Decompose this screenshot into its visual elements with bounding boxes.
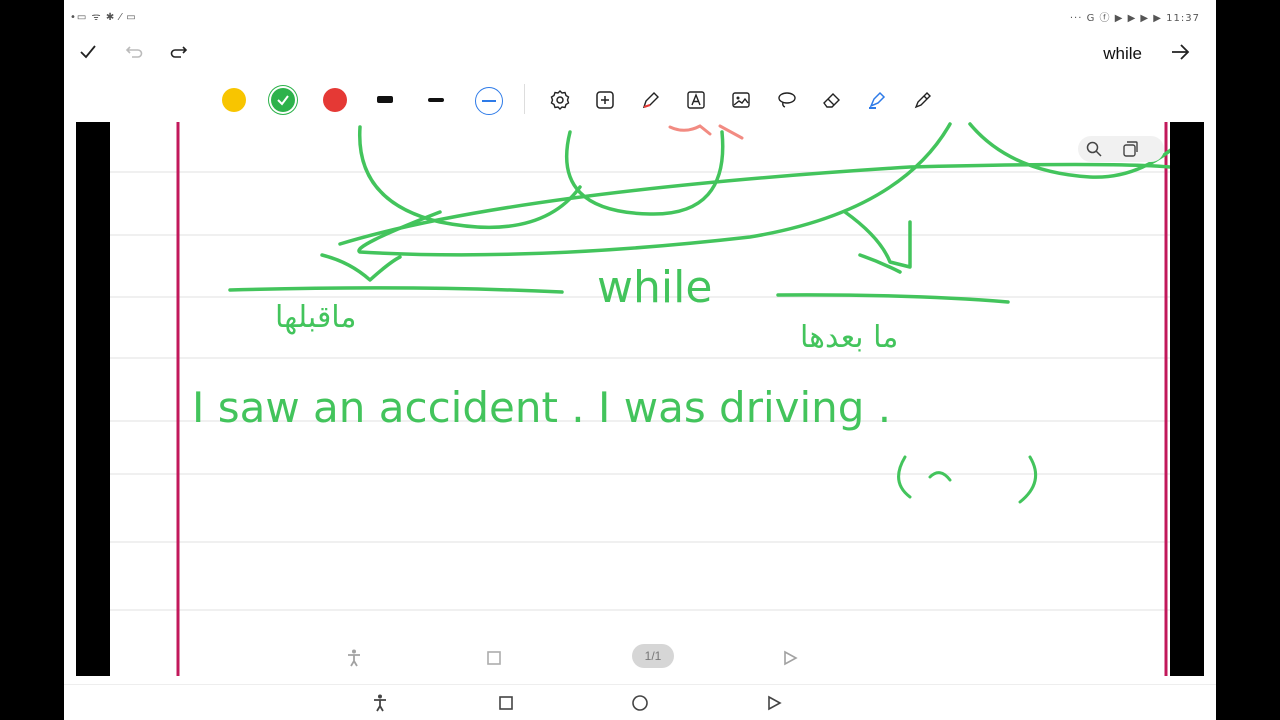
text-icon[interactable] (684, 88, 708, 112)
color-green[interactable] (271, 88, 295, 112)
word-while: while (597, 262, 712, 313)
marker-icon[interactable] (911, 88, 935, 112)
page-indicator[interactable]: 1/1 (632, 644, 674, 668)
handwriting-layer: while ماقبلها ما بعدها I saw an accident… (110, 122, 1202, 676)
note-page[interactable]: while ماقبلها ما بعدها I saw an accident… (110, 122, 1202, 676)
square-icon[interactable] (484, 648, 504, 668)
word-before: ماقبلها (275, 300, 357, 335)
page-navigation: 1/1 (76, 642, 1204, 672)
image-icon[interactable] (729, 88, 753, 112)
word-after: ما بعدها (800, 320, 898, 355)
stroke-thick[interactable] (377, 96, 393, 103)
eraser-icon[interactable] (820, 88, 844, 112)
play-icon[interactable] (780, 648, 800, 668)
status-right: ··· G ⓕ ▶ ▶ ▶ ▶ 11:37 (1069, 13, 1200, 24)
color-red[interactable] (323, 88, 347, 112)
pages-icon[interactable] (1120, 139, 1140, 159)
selected-check-icon (277, 95, 289, 106)
check-icon[interactable] (76, 40, 100, 64)
status-left: •▭ ᯤ ✱ ⁄ ▭ (70, 12, 137, 23)
status-bar: •▭ ᯤ ✱ ⁄ ▭ ··· G ⓕ ▶ ▶ ▶ ▶ 11:37 (64, 0, 1216, 30)
search-icon[interactable] (1084, 139, 1104, 159)
nav-accessibility-icon[interactable] (370, 693, 390, 713)
highlighter-icon[interactable] (865, 88, 889, 112)
nav-back-icon[interactable] (764, 693, 784, 713)
nav-home-icon[interactable] (630, 693, 650, 713)
redo-icon[interactable] (167, 40, 191, 64)
arrow-right-icon[interactable] (1168, 40, 1192, 64)
sentence-example: I saw an accident . I was driving . (192, 383, 891, 432)
undo-icon[interactable] (122, 40, 146, 64)
toolbar-divider (524, 84, 525, 114)
left-gutter (76, 122, 110, 676)
system-navigation (64, 684, 1216, 720)
top-bar: while (64, 30, 1216, 78)
right-gutter (1170, 122, 1204, 676)
nav-recents-icon[interactable] (496, 693, 516, 713)
accessibility-icon[interactable] (344, 648, 364, 668)
add-icon[interactable] (593, 88, 617, 112)
note-app: •▭ ᯤ ✱ ⁄ ▭ ··· G ⓕ ▶ ▶ ▶ ▶ 11:37 while w… (64, 0, 1216, 720)
stroke-thin[interactable] (475, 87, 503, 115)
canvas-area: while ماقبلها ما بعدها I saw an accident… (76, 122, 1204, 676)
lasso-icon[interactable] (775, 88, 799, 112)
document-title[interactable]: while (1103, 44, 1142, 64)
color-yellow[interactable] (222, 88, 246, 112)
settings-icon[interactable] (548, 88, 572, 112)
stroke-medium[interactable] (428, 98, 444, 102)
pen-icon[interactable] (639, 88, 663, 112)
zoom-tools (1078, 136, 1164, 162)
drawing-toolbar (64, 80, 1216, 120)
